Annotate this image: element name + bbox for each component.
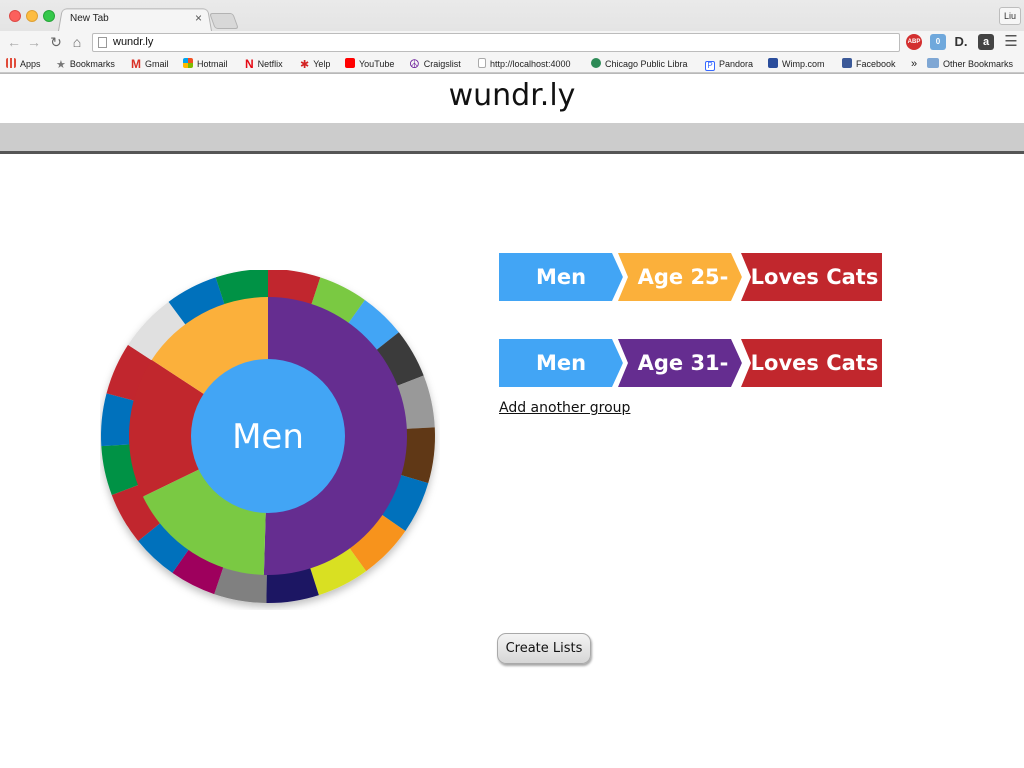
browser-chrome: New Tab × Liu ← → ↻ ⌂ wundr.ly ABP 0 D. … (0, 0, 1024, 74)
apps-grid-icon (6, 58, 16, 68)
tab-title: New Tab (70, 13, 109, 24)
bookmark-facebook[interactable]: Facebook (842, 57, 896, 71)
bookmark-youtube[interactable]: YouTube (345, 57, 394, 71)
pandora-icon: P (705, 61, 715, 71)
bookmark-label: http://localhost:4000 (490, 59, 571, 69)
bookmark-netflix[interactable]: N Netflix (245, 57, 283, 71)
bookmark-apps[interactable]: Apps (6, 57, 41, 71)
bookmarks-bar: Apps ★ Bookmarks M Gmail Hotmail N Netflix … (0, 54, 1024, 73)
group-2-segment-3[interactable]: Loves Cats (741, 339, 882, 387)
group-1-segment-3[interactable]: Loves Cats (741, 253, 882, 301)
url-text: wundr.ly (113, 36, 154, 48)
browser-tab[interactable]: New Tab × (60, 9, 210, 31)
gmail-icon: M (131, 57, 141, 71)
close-window-button[interactable] (9, 10, 21, 22)
bookmark-craigslist[interactable]: ☮ Craigslist (409, 57, 461, 71)
bookmark-label: Craigslist (423, 59, 461, 69)
group-row-1: Men Age 25-30 Loves Cats (499, 253, 888, 301)
windows-icon (183, 58, 193, 68)
group-1-segment-2[interactable]: Age 25-30 (618, 253, 742, 301)
ghostery-icon[interactable]: 0 (930, 34, 946, 50)
bookmark-bookmarks[interactable]: ★ Bookmarks (56, 57, 115, 71)
toolbar: ← → ↻ ⌂ wundr.ly ABP 0 D. a ☰ (0, 31, 1024, 54)
menu-icon[interactable]: ☰ (1002, 33, 1020, 51)
amazon-icon[interactable]: a (978, 34, 994, 50)
group-2-segment-2[interactable]: Age 31-45 (618, 339, 742, 387)
bookmarks-overflow-icon[interactable]: » (911, 57, 917, 71)
bookmark-label: Gmail (145, 59, 169, 69)
bookmark-label: Other Bookmarks (943, 59, 1014, 69)
new-tab-button[interactable] (209, 13, 239, 29)
youtube-icon (345, 58, 355, 68)
bookmark-label: Bookmarks (69, 59, 115, 69)
bookmark-yelp[interactable]: ✱ Yelp (300, 57, 330, 71)
bookmark-gmail[interactable]: M Gmail (131, 57, 169, 71)
forward-arrow-icon[interactable]: → (25, 33, 43, 51)
folder-icon (927, 58, 939, 68)
netflix-icon: N (245, 57, 254, 71)
tab-strip: New Tab × Liu (0, 0, 1024, 32)
group-2-segment-1[interactable]: Men (499, 339, 623, 387)
create-lists-button[interactable]: Create Lists (497, 633, 591, 664)
bookmark-label: Hotmail (197, 59, 228, 69)
bookmark-label: Yelp (313, 59, 331, 69)
bookmark-label: Apps (20, 59, 41, 69)
bookmark-label: Chicago Public Libra (605, 59, 688, 69)
library-icon (591, 58, 601, 68)
reload-icon[interactable]: ↻ (47, 33, 65, 51)
yelp-icon: ✱ (300, 59, 310, 71)
zoom-window-button[interactable] (43, 10, 55, 22)
group-1-segment-1[interactable]: Men (499, 253, 623, 301)
group-row-2: Men Age 31-45 Loves Cats (499, 339, 888, 387)
tab-close-icon[interactable]: × (195, 11, 202, 25)
home-icon[interactable]: ⌂ (68, 33, 86, 51)
profile-button[interactable]: Liu (999, 7, 1021, 25)
bookmark-other[interactable]: Other Bookmarks (927, 57, 1013, 71)
disconnect-icon[interactable]: D. (953, 34, 969, 50)
minimize-window-button[interactable] (26, 10, 38, 22)
adblock-icon[interactable]: ABP (906, 34, 922, 50)
bookmark-label: YouTube (359, 59, 395, 69)
sunburst-chart: Men (101, 270, 435, 603)
bookmark-chicago-library[interactable]: Chicago Public Libra (591, 57, 695, 71)
bookmark-wimp[interactable]: Wimp.com (768, 57, 825, 71)
bookmark-hotmail[interactable]: Hotmail (183, 57, 228, 71)
bookmark-label: Wimp.com (782, 59, 825, 69)
back-arrow-icon[interactable]: ← (5, 33, 23, 51)
bookmark-pandora[interactable]: P Pandora (705, 57, 753, 71)
bookmark-label: Facebook (856, 59, 896, 69)
bookmark-label: Netflix (257, 59, 283, 69)
star-icon: ★ (56, 59, 66, 71)
peace-icon: ☮ (409, 57, 420, 71)
site-title: wundr.ly (448, 78, 576, 113)
add-group-link[interactable]: Add another group (499, 400, 630, 416)
wimp-icon (768, 58, 778, 68)
nav-bar (0, 123, 1024, 154)
address-bar[interactable]: wundr.ly (92, 33, 900, 52)
page-icon (478, 58, 486, 68)
facebook-icon (842, 58, 852, 68)
bookmark-label: Pandora (719, 59, 754, 69)
bookmark-localhost[interactable]: http://localhost:4000 (478, 57, 580, 71)
page-icon (98, 37, 107, 48)
center-label: Men (232, 417, 304, 457)
